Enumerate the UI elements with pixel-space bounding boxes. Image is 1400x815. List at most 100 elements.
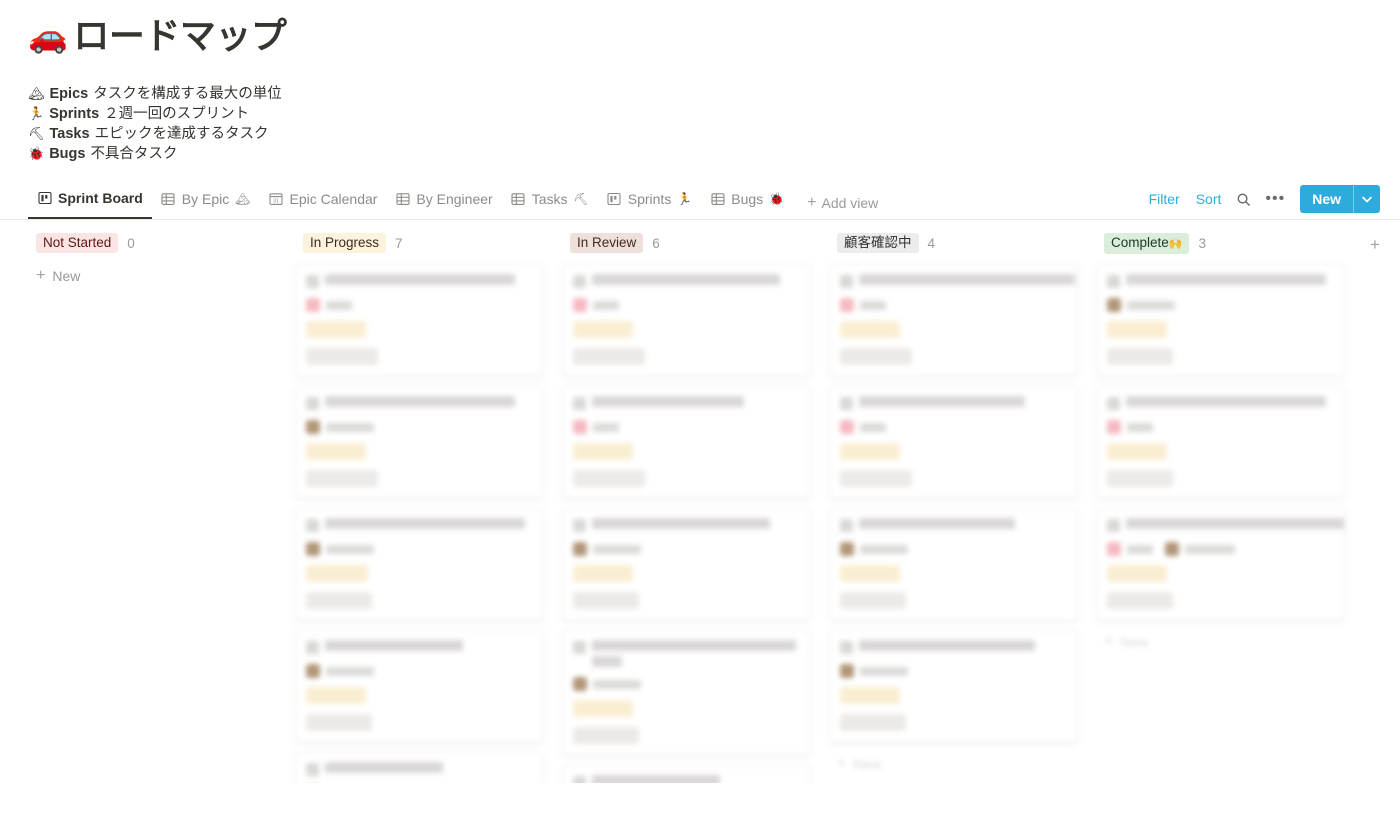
column-header[interactable]: 顧客確認中 4 — [829, 232, 1096, 254]
task-card[interactable] — [295, 386, 544, 499]
card-title-text — [325, 274, 515, 285]
new-button-label: New — [1312, 191, 1341, 207]
task-card[interactable] — [562, 386, 811, 499]
avatar — [573, 677, 587, 691]
assignee-name — [1185, 544, 1235, 554]
tab-tasks[interactable]: Tasks ⛏ — [502, 186, 598, 219]
card-type-tag-row — [840, 434, 1067, 461]
type-tag — [1107, 565, 1167, 582]
card-sprint-tag-row — [306, 583, 533, 610]
page-icon — [573, 275, 586, 288]
card-assignee-row — [840, 420, 1067, 434]
tab-sprints[interactable]: Sprints 🏃 — [598, 186, 702, 219]
sort-button[interactable]: Sort — [1188, 189, 1230, 209]
new-card-button[interactable]: + New — [28, 264, 277, 288]
sprint-tag — [840, 714, 906, 731]
card-assignee-row — [573, 677, 800, 691]
card-assignee-row — [840, 298, 1067, 312]
more-options-icon[interactable]: ••• — [1258, 191, 1292, 207]
table-icon — [395, 191, 410, 206]
sprint-tag — [306, 714, 372, 731]
task-card[interactable] — [562, 630, 811, 756]
column-body — [562, 264, 829, 783]
card-assignee-row — [306, 420, 533, 434]
task-card[interactable] — [562, 264, 811, 377]
new-card-button[interactable]: + New — [1096, 630, 1345, 654]
avatar — [1107, 298, 1121, 312]
task-card[interactable] — [829, 508, 1078, 621]
table-icon — [161, 191, 176, 206]
type-tag — [840, 443, 900, 460]
task-card[interactable] — [295, 508, 544, 621]
sprint-tag — [840, 470, 912, 487]
card-type-tag-row — [840, 312, 1067, 339]
tab-by-epic[interactable]: By Epic 🏔 — [152, 186, 260, 219]
avatar — [573, 420, 587, 434]
board-column: In Review 6 — [562, 232, 829, 783]
column-count: 6 — [652, 235, 660, 251]
tab-emoji-icon: 🏃 — [677, 191, 693, 206]
card-assignee-row — [573, 298, 800, 312]
chevron-down-icon[interactable] — [1354, 185, 1380, 213]
new-card-label: New — [52, 268, 81, 284]
column-header[interactable]: In Progress 7 — [295, 232, 562, 254]
card-title-text — [592, 656, 622, 667]
card-sprint-tag-row — [840, 339, 1067, 366]
tab-by-engineer[interactable]: By Engineer — [386, 186, 501, 219]
new-card-button[interactable]: + New — [829, 752, 1078, 776]
page-icon — [573, 519, 586, 532]
card-type-tag-row — [573, 556, 800, 583]
card-sprint-tag-row — [573, 718, 800, 745]
add-group-button[interactable]: + — [1362, 232, 1388, 258]
card-title-text — [325, 762, 443, 773]
card-type-tag-row — [840, 556, 1067, 583]
filter-button[interactable]: Filter — [1141, 189, 1188, 209]
card-sprint-tag-row — [306, 705, 533, 732]
task-card[interactable] — [1096, 386, 1345, 499]
task-card[interactable] — [829, 386, 1078, 499]
card-title — [840, 518, 1067, 532]
status-badge: In Review — [570, 233, 644, 253]
tab-epic-calendar[interactable]: 31 Epic Calendar — [259, 186, 386, 219]
page-title-text: ロードマップ — [73, 15, 287, 56]
card-sprint-tag-row — [306, 339, 533, 366]
assignee-name — [1127, 422, 1153, 432]
assignee-name — [860, 422, 886, 432]
legend-term: Tasks — [49, 126, 90, 142]
task-card[interactable] — [1096, 508, 1345, 621]
column-header[interactable]: In Review 6 — [562, 232, 829, 254]
card-title — [840, 274, 1075, 288]
table-icon — [511, 191, 526, 206]
add-view-button[interactable]: + Add view — [793, 195, 887, 219]
tab-sprint-board[interactable]: Sprint Board — [28, 186, 152, 219]
avatar — [306, 298, 320, 312]
legend-row: 🐞 Bugs 不具合タスク — [28, 144, 1400, 164]
task-card[interactable] — [562, 508, 811, 621]
task-card[interactable] — [829, 630, 1078, 743]
page-icon — [573, 641, 586, 654]
search-icon[interactable] — [1229, 190, 1258, 209]
tab-bugs[interactable]: Bugs 🐞 — [701, 186, 793, 219]
view-tabs: Sprint Board By Epic 🏔 31 Epic Calendar By En… — [28, 186, 793, 219]
card-sprint-tag-row — [1107, 339, 1334, 366]
board-icon — [607, 191, 622, 206]
task-card[interactable] — [1096, 264, 1345, 377]
task-card[interactable] — [829, 264, 1078, 377]
sprint-tag — [573, 592, 639, 609]
page-icon — [306, 519, 319, 532]
card-type-tag-row — [840, 678, 1067, 705]
task-card[interactable] — [295, 630, 544, 743]
card-sprint-tag-row — [306, 461, 533, 488]
plus-icon: + — [36, 267, 46, 284]
type-tag — [573, 700, 633, 717]
column-header[interactable]: Not Started 0 — [28, 232, 295, 254]
avatar — [573, 542, 587, 556]
task-card[interactable] — [295, 264, 544, 377]
page-icon — [840, 519, 853, 532]
new-button[interactable]: New — [1300, 185, 1380, 213]
card-type-tag-row — [306, 312, 533, 339]
task-card[interactable] — [562, 765, 811, 783]
task-card[interactable] — [295, 752, 544, 783]
new-card-label: New — [1120, 634, 1149, 650]
column-header[interactable]: Complete🙌 3 — [1096, 232, 1363, 254]
